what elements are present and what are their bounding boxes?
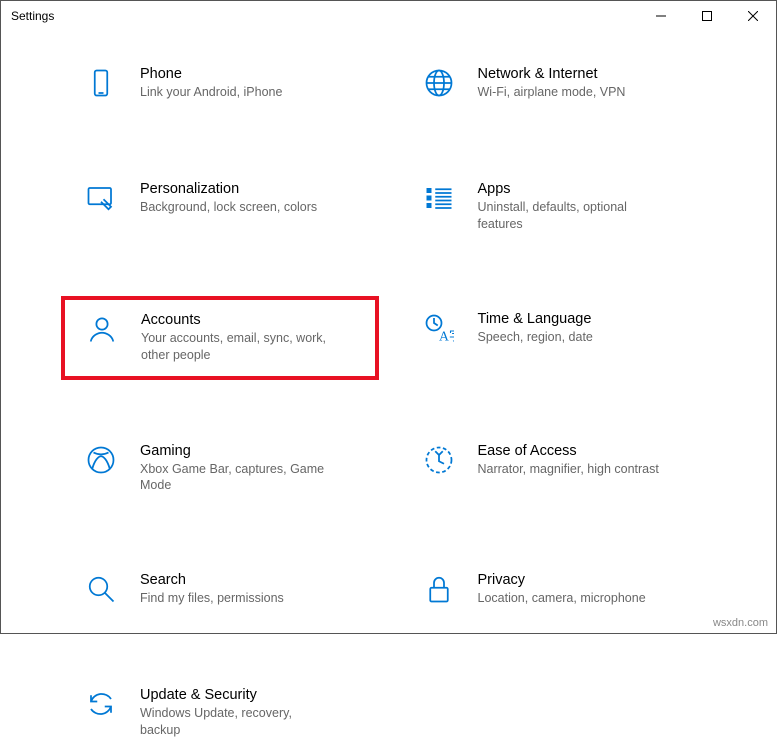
tile-title: Gaming xyxy=(140,443,330,459)
apps-list-icon xyxy=(424,183,458,218)
time-language-icon: A字 xyxy=(424,313,458,348)
titlebar: Settings xyxy=(1,1,776,31)
tile-text: Network & Internet Wi-Fi, airplane mode,… xyxy=(478,66,626,101)
ease-of-access-icon xyxy=(424,445,458,480)
tile-title: Search xyxy=(140,572,284,588)
tile-privacy[interactable]: Privacy Location, camera, microphone xyxy=(399,557,717,624)
tile-title: Ease of Access xyxy=(478,443,659,459)
tile-desc: Uninstall, defaults, optional features xyxy=(478,199,668,233)
phone-icon xyxy=(86,68,120,103)
tile-desc: Your accounts, email, sync, work, other … xyxy=(141,330,331,364)
tile-title: Accounts xyxy=(141,312,331,328)
tile-phone[interactable]: Phone Link your Android, iPhone xyxy=(61,51,379,118)
settings-grid: Phone Link your Android, iPhone Network … xyxy=(61,51,716,754)
tile-text: Personalization Background, lock screen,… xyxy=(140,181,317,216)
tile-text: Search Find my files, permissions xyxy=(140,572,284,607)
tile-ease-of-access[interactable]: Ease of Access Narrator, magnifier, high… xyxy=(399,428,717,510)
tile-accounts[interactable]: Accounts Your accounts, email, sync, wor… xyxy=(61,296,379,380)
tile-text: Time & Language Speech, region, date xyxy=(478,311,593,346)
sync-icon xyxy=(86,689,120,724)
tile-time-language[interactable]: A字 Time & Language Speech, region, date xyxy=(399,296,717,380)
lock-icon xyxy=(424,574,458,609)
window-title: Settings xyxy=(11,9,54,23)
tile-gaming[interactable]: Gaming Xbox Game Bar, captures, Game Mod… xyxy=(61,428,379,510)
tile-text: Accounts Your accounts, email, sync, wor… xyxy=(141,312,331,364)
window-controls xyxy=(638,1,776,31)
tile-personalization[interactable]: Personalization Background, lock screen,… xyxy=(61,166,379,248)
tile-text: Phone Link your Android, iPhone xyxy=(140,66,282,101)
tile-desc: Narrator, magnifier, high contrast xyxy=(478,461,659,478)
tile-update-security[interactable]: Update & Security Windows Update, recove… xyxy=(61,672,379,754)
tile-title: Network & Internet xyxy=(478,66,626,82)
person-icon xyxy=(87,314,121,349)
svg-text:A字: A字 xyxy=(439,328,454,343)
tile-text: Ease of Access Narrator, magnifier, high… xyxy=(478,443,659,478)
tile-text: Gaming Xbox Game Bar, captures, Game Mod… xyxy=(140,443,330,495)
maximize-button[interactable] xyxy=(684,1,730,31)
tile-desc: Speech, region, date xyxy=(478,329,593,346)
tile-desc: Background, lock screen, colors xyxy=(140,199,317,216)
tile-text: Apps Uninstall, defaults, optional featu… xyxy=(478,181,668,233)
tile-title: Apps xyxy=(478,181,668,197)
close-button[interactable] xyxy=(730,1,776,31)
search-icon xyxy=(86,574,120,609)
tile-network[interactable]: Network & Internet Wi-Fi, airplane mode,… xyxy=(399,51,717,118)
tile-desc: Find my files, permissions xyxy=(140,590,284,607)
tile-search[interactable]: Search Find my files, permissions xyxy=(61,557,379,624)
tile-title: Time & Language xyxy=(478,311,593,327)
minimize-button[interactable] xyxy=(638,1,684,31)
tile-title: Phone xyxy=(140,66,282,82)
tile-desc: Link your Android, iPhone xyxy=(140,84,282,101)
tile-title: Personalization xyxy=(140,181,317,197)
tile-title: Update & Security xyxy=(140,687,330,703)
tile-desc: Windows Update, recovery, backup xyxy=(140,705,330,739)
settings-content: Phone Link your Android, iPhone Network … xyxy=(1,31,776,754)
tile-apps[interactable]: Apps Uninstall, defaults, optional featu… xyxy=(399,166,717,248)
watermark: wsxdn.com xyxy=(713,617,768,629)
tile-text: Privacy Location, camera, microphone xyxy=(478,572,646,607)
paintbrush-icon xyxy=(86,183,120,218)
globe-icon xyxy=(424,68,458,103)
tile-desc: Wi-Fi, airplane mode, VPN xyxy=(478,84,626,101)
tile-desc: Location, camera, microphone xyxy=(478,590,646,607)
tile-desc: Xbox Game Bar, captures, Game Mode xyxy=(140,461,330,495)
tile-text: Update & Security Windows Update, recove… xyxy=(140,687,330,739)
xbox-icon xyxy=(86,445,120,480)
tile-title: Privacy xyxy=(478,572,646,588)
